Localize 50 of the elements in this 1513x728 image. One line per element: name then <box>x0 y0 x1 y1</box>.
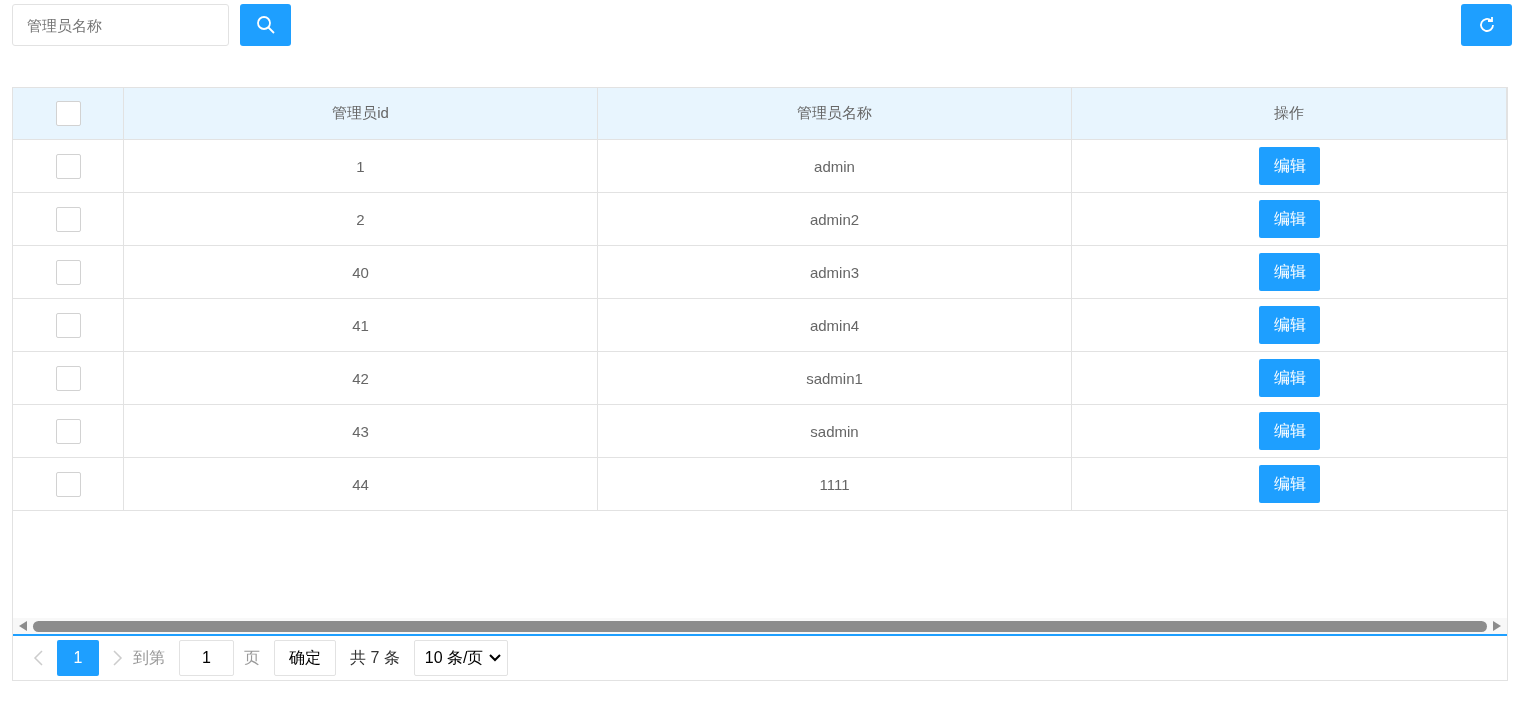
search-button[interactable] <box>240 4 291 46</box>
edit-button[interactable]: 编辑 <box>1259 412 1320 450</box>
confirm-button[interactable]: 确定 <box>274 640 336 676</box>
goto-label: 到第 <box>133 647 165 668</box>
row-checkbox[interactable] <box>55 206 81 232</box>
horizontal-scrollbar[interactable] <box>13 618 1507 636</box>
left-arrow-icon <box>19 621 27 631</box>
edit-button[interactable]: 编辑 <box>1259 465 1320 503</box>
column-header: 管理员名称 <box>598 88 1072 140</box>
table-cell: admin3 <box>598 246 1072 299</box>
edit-button[interactable]: 编辑 <box>1259 253 1320 291</box>
table-cell: 2 <box>124 193 598 246</box>
row-checkbox[interactable] <box>55 259 81 285</box>
row-checkbox[interactable] <box>55 418 81 444</box>
search-icon <box>255 15 276 35</box>
page-button[interactable]: 1 <box>57 640 99 676</box>
table-cell: 40 <box>124 246 598 299</box>
column-header: 操作 <box>1072 88 1507 140</box>
table-cell: sadmin <box>598 405 1072 458</box>
row-checkbox[interactable] <box>55 471 81 497</box>
table-cell: admin <box>598 140 1072 193</box>
next-page-icon[interactable] <box>113 650 123 666</box>
table-cell: 41 <box>124 299 598 352</box>
total-count: 共 7 条 <box>350 647 400 668</box>
table-cell: 1111 <box>598 458 1072 511</box>
row-checkbox[interactable] <box>55 365 81 391</box>
page-size-select[interactable]: 10 条/页 <box>413 640 509 676</box>
chevron-down-icon <box>489 654 502 662</box>
select-all-checkbox[interactable] <box>55 101 81 126</box>
table-cell: admin2 <box>598 193 1072 246</box>
search-field[interactable]: 管理员名称 <box>12 4 229 46</box>
column-header: 管理员id <box>124 88 598 140</box>
page-unit-label: 页 <box>244 647 260 668</box>
table-cell: sadmin1 <box>598 352 1072 405</box>
row-checkbox[interactable] <box>55 312 81 338</box>
edit-button[interactable]: 编辑 <box>1259 359 1320 397</box>
table-cell: 42 <box>124 352 598 405</box>
row-checkbox[interactable] <box>55 153 81 179</box>
edit-button[interactable]: 编辑 <box>1259 200 1320 238</box>
right-arrow-icon <box>1493 621 1501 631</box>
table-cell: 43 <box>124 405 598 458</box>
edit-button[interactable]: 编辑 <box>1259 147 1320 185</box>
previous-page-icon[interactable] <box>33 650 43 666</box>
table-cell: 44 <box>124 458 598 511</box>
table-cell: 1 <box>124 140 598 193</box>
scrollbar-thumb[interactable] <box>33 620 1487 632</box>
refresh-button[interactable] <box>1461 4 1512 46</box>
table-cell: admin4 <box>598 299 1072 352</box>
edit-button[interactable]: 编辑 <box>1259 306 1320 344</box>
page-input[interactable]: 1 <box>179 640 234 676</box>
